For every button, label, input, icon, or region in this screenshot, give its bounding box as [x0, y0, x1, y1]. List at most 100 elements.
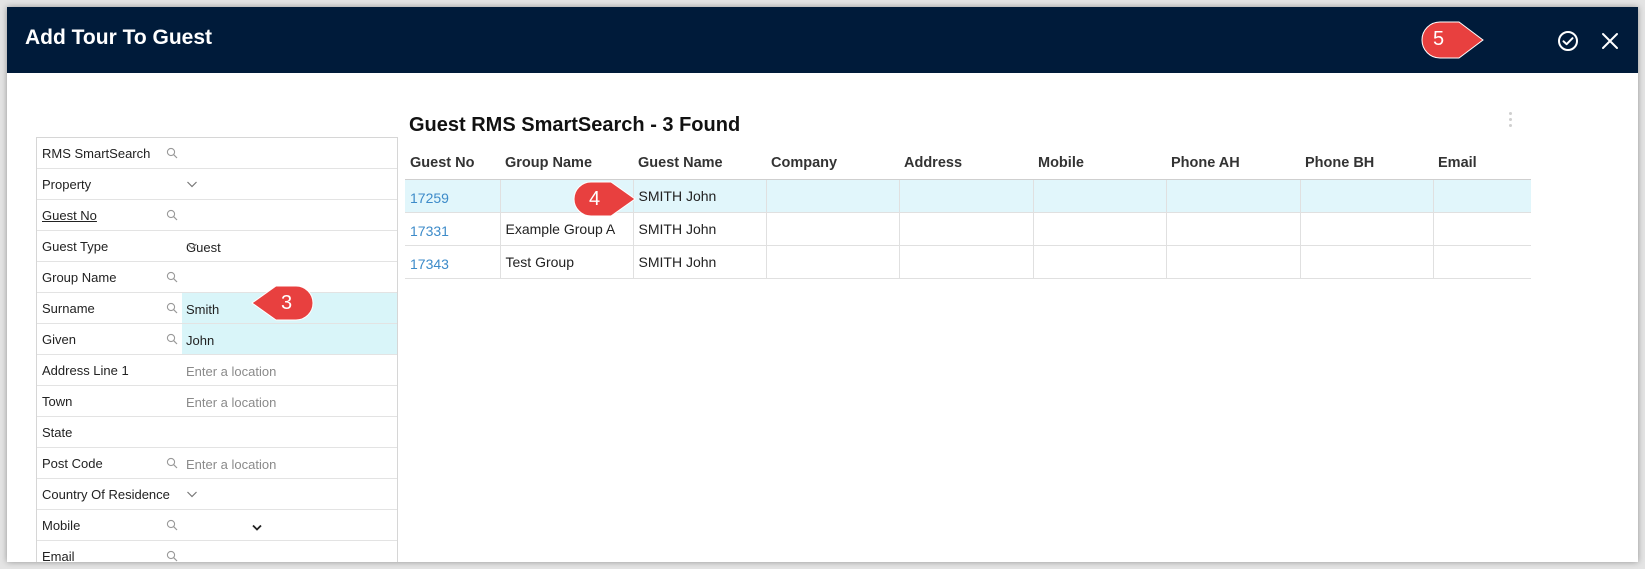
field-label-guest-no[interactable]: Guest No [42, 208, 97, 223]
guest-type-input[interactable]: Guest [182, 231, 397, 261]
field-row-guest-no: Guest No [37, 200, 397, 231]
field-label-property: Property [42, 177, 92, 192]
column-header-group-name[interactable]: Group Name [500, 155, 633, 180]
step-marker-4-label: 4 [589, 188, 601, 210]
field-label-address-line-1: Address Line 1 [42, 363, 129, 378]
cell-guest-no[interactable]: 17343 [405, 245, 500, 279]
column-header-phone-ah[interactable]: Phone AH [1166, 155, 1300, 180]
field-placeholder: Enter a location [186, 457, 277, 472]
field-row-post-code: Post Code Enter a location [37, 448, 397, 479]
mobile-input[interactable] [182, 510, 397, 540]
cell-guest-name: SMITH John [632, 179, 766, 213]
column-header-phone-bh[interactable]: Phone BH [1300, 155, 1433, 180]
column-header-guest-no[interactable]: Guest No [405, 155, 500, 180]
field-label-country-of-residence: Country Of Residence [42, 487, 170, 502]
field-label-guest-type: Guest Type [42, 239, 109, 254]
results-title: Guest RMS SmartSearch - 3 Found [409, 114, 741, 136]
chevron-down-icon[interactable] [186, 488, 198, 500]
search-icon [166, 457, 178, 469]
field-label-rms-smartsearch: RMS SmartSearch [42, 146, 151, 161]
more-options-icon[interactable] [1506, 109, 1514, 131]
cell-phone-ah [1165, 179, 1300, 213]
step-marker-4: 4 [571, 179, 637, 219]
step-marker-5-label: 5 [1433, 28, 1445, 50]
cell-company [765, 179, 899, 213]
cell-phone-bh [1299, 212, 1433, 246]
column-header-email[interactable]: Email [1433, 155, 1531, 180]
cell-company [765, 212, 899, 246]
property-input[interactable] [182, 169, 397, 199]
add-tour-dialog: Add Tour To Guest 5 RMS SmartSearch Prope… [7, 7, 1638, 562]
cell-address [898, 245, 1033, 279]
field-row-state: State [37, 417, 397, 448]
field-placeholder: Enter a location [186, 395, 277, 410]
field-label-mobile: Mobile [42, 518, 81, 533]
field-value: John [186, 333, 215, 348]
column-header-guest-name[interactable]: Guest Name [633, 155, 766, 180]
cell-guest-no[interactable]: 17331 [405, 212, 500, 246]
search-form: RMS SmartSearch Property Guest No Guest Typ… [36, 137, 398, 562]
field-value: Smith [186, 302, 220, 317]
post-code-input[interactable]: Enter a location [182, 448, 397, 478]
cell-email [1432, 245, 1531, 279]
field-label-group-name: Group Name [42, 270, 117, 285]
step-marker-5: 5 [1419, 19, 1485, 61]
table-row[interactable]: 17343 Test Group SMITH John [405, 245, 1531, 279]
search-icon [166, 209, 178, 221]
given-input[interactable]: John [182, 324, 397, 354]
column-header-mobile[interactable]: Mobile [1033, 155, 1166, 180]
cell-mobile [1032, 179, 1166, 213]
field-placeholder: Enter a location [186, 364, 277, 379]
search-icon [166, 271, 178, 283]
cell-mobile [1032, 212, 1166, 246]
search-icon [166, 147, 178, 159]
cell-guest-no[interactable]: 17259 [405, 179, 500, 213]
chevron-down-icon[interactable] [186, 240, 198, 252]
search-icon [166, 302, 178, 314]
cell-phone-bh [1299, 245, 1433, 279]
cell-email [1432, 179, 1531, 213]
search-icon [166, 333, 178, 345]
address-line-1-input[interactable]: Enter a location [182, 355, 397, 385]
cell-address [898, 179, 1033, 213]
guest-no-input[interactable] [182, 200, 397, 230]
dialog-titlebar: Add Tour To Guest 5 [7, 7, 1638, 73]
cell-guest-name: SMITH John [632, 245, 766, 279]
field-row-mobile: Mobile [37, 510, 397, 541]
country-of-residence-input[interactable] [182, 479, 397, 509]
close-icon [1602, 33, 1618, 49]
cell-company [765, 245, 899, 279]
field-row-property: Property [37, 169, 397, 200]
field-row-guest-type: Guest Type Guest [37, 231, 397, 262]
email-input[interactable] [182, 541, 397, 562]
field-row-group-name: Group Name [37, 262, 397, 293]
confirm-button[interactable] [1556, 29, 1580, 53]
dialog-title: Add Tour To Guest [25, 26, 213, 49]
step-marker-3: 3 [250, 283, 316, 323]
field-row-address-line-1: Address Line 1 Enter a location [37, 355, 397, 386]
rms-smartsearch-input[interactable] [182, 138, 397, 168]
cell-address [898, 212, 1033, 246]
country-code-dropdown-icon[interactable] [251, 521, 263, 531]
cell-group-name: Test Group [499, 245, 633, 279]
field-label-given: Given [42, 332, 76, 347]
state-input[interactable] [182, 417, 397, 447]
cell-phone-bh [1299, 179, 1433, 213]
field-label-email: Email [42, 549, 75, 562]
search-icon [166, 550, 178, 562]
town-input[interactable]: Enter a location [182, 386, 397, 416]
column-header-company[interactable]: Company [766, 155, 899, 180]
field-label-town: Town [42, 394, 73, 409]
field-row-town: Town Enter a location [37, 386, 397, 417]
column-header-address[interactable]: Address [899, 155, 1033, 180]
field-row-email: Email [37, 541, 397, 562]
table-header: Guest No Group Name Guest Name Company Addre… [405, 155, 1531, 180]
search-icon [166, 519, 178, 531]
field-label-state: State [42, 425, 73, 440]
cell-guest-name: SMITH John [632, 212, 766, 246]
chevron-down-icon[interactable] [186, 178, 198, 190]
close-button[interactable] [1600, 31, 1620, 51]
field-row-country-of-residence: Country Of Residence [37, 479, 397, 510]
cell-phone-ah [1165, 212, 1300, 246]
cell-email [1432, 212, 1531, 246]
